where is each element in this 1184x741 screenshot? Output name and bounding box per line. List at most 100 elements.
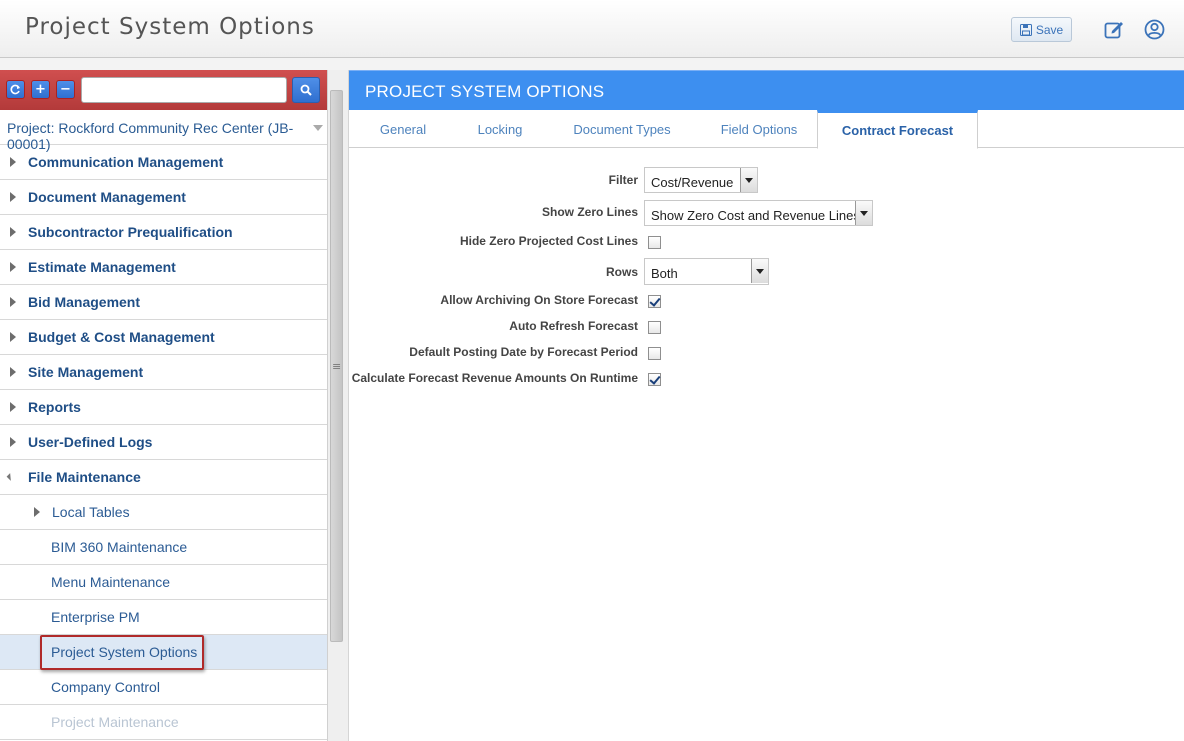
caret-right-icon[interactable] [34, 507, 40, 517]
tree-item-label: Project System Options [51, 644, 198, 660]
header-spacer [0, 58, 1184, 70]
default-posting-row: Default Posting Date by Forecast Period [349, 340, 1184, 366]
caret-right-icon[interactable] [10, 157, 16, 167]
tree-item-document-management[interactable]: Document Management [0, 180, 327, 215]
hide-zero-projected-label: Hide Zero Projected Cost Lines [459, 234, 638, 248]
caret-right-icon[interactable] [10, 297, 16, 307]
navigation-toolbar: + − [0, 70, 327, 110]
tree-search-input[interactable] [81, 77, 287, 103]
rows-label: Rows [605, 265, 638, 279]
tab-contract-forecast[interactable]: Contract Forecast [817, 110, 978, 149]
tree-item-communication-management[interactable]: Communication Management [0, 145, 327, 180]
tree-item-label: User-Defined Logs [28, 434, 153, 450]
filter-select[interactable]: Cost/Revenue [644, 167, 758, 193]
panel-header: PROJECT SYSTEM OPTIONS [349, 70, 1184, 110]
tab-field-options[interactable]: Field Options [701, 110, 817, 148]
tree-item-label: Company Control [51, 679, 160, 695]
minus-icon: − [60, 82, 71, 97]
floppy-disk-icon [1019, 23, 1032, 36]
tree-item-project-maintenance[interactable]: Project Maintenance [0, 705, 327, 740]
rows-row: Rows Both [349, 258, 1184, 285]
caret-down-icon[interactable] [6, 473, 15, 481]
calculate-revenue-label: Calculate Forecast Revenue Amounts On Ru… [351, 371, 638, 385]
save-button-label: Save [1035, 22, 1064, 37]
tab-document-types[interactable]: Document Types [543, 110, 701, 148]
edit-icon[interactable] [1104, 19, 1125, 40]
tree-item-budget-and-cost-management[interactable]: Budget & Cost Management [0, 320, 327, 355]
tree-item-company-control[interactable]: Company Control [0, 670, 327, 705]
allow-archiving-row: Allow Archiving On Store Forecast [349, 288, 1184, 314]
caret-right-icon[interactable] [10, 262, 16, 272]
tree-item-local-tables[interactable]: Local Tables [0, 495, 327, 530]
refresh-button[interactable] [6, 80, 25, 99]
tree-item-label: Communication Management [28, 154, 224, 170]
tree-item-enterprise-pm[interactable]: Enterprise PM [0, 600, 327, 635]
page-title: Project System Options [25, 14, 315, 40]
allow-archiving-checkbox[interactable] [648, 295, 661, 308]
tree-item-subcontractor-prequalification[interactable]: Subcontractor Prequalification [0, 215, 327, 250]
user-profile-icon[interactable] [1144, 19, 1165, 40]
tab-locking[interactable]: Locking [457, 110, 543, 148]
caret-right-icon[interactable] [10, 227, 16, 237]
caret-right-icon[interactable] [10, 332, 16, 342]
title-bar: Project System Options Save [0, 0, 1184, 58]
tree-item-reports[interactable]: Reports [0, 390, 327, 425]
tree-item-label: Local Tables [52, 504, 130, 520]
hide-zero-projected-checkbox[interactable] [648, 236, 661, 249]
tree-item-label: Menu Maintenance [51, 574, 171, 590]
show-zero-lines-value: Show Zero Cost and Revenue Lines [651, 208, 860, 223]
caret-right-icon[interactable] [10, 402, 16, 412]
tree-item-label: Enterprise PM [51, 609, 140, 625]
tab-general[interactable]: General [349, 110, 457, 148]
tree-item-bim-360-maintenance[interactable]: BIM 360 Maintenance [0, 530, 327, 565]
content-panel: PROJECT SYSTEM OPTIONS General Locking D… [349, 70, 1184, 741]
tree-item-label: Estimate Management [28, 259, 176, 275]
tree-item-label: Project Maintenance [51, 714, 179, 730]
auto-refresh-label: Auto Refresh Forecast [509, 319, 638, 333]
show-zero-lines-label: Show Zero Lines [541, 205, 638, 219]
plus-icon: + [35, 82, 46, 97]
search-icon [300, 84, 312, 96]
navigation-tree: Communication Management Document Managem… [0, 145, 327, 740]
tree-item-label: Subcontractor Prequalification [28, 224, 233, 240]
tree-search-button[interactable] [292, 77, 320, 103]
filter-row: Filter Cost/Revenue [349, 167, 1184, 193]
refresh-icon [10, 84, 20, 95]
rows-select-value: Both [651, 266, 678, 281]
tree-item-menu-maintenance[interactable]: Menu Maintenance [0, 565, 327, 600]
panel-splitter[interactable]: ≡ [328, 70, 349, 741]
splitter-grip-icon[interactable]: ≡ [332, 360, 341, 373]
calculate-revenue-row: Calculate Forecast Revenue Amounts On Ru… [349, 366, 1184, 392]
tab-bar: General Locking Document Types Field Opt… [349, 110, 1184, 149]
chevron-down-icon [740, 168, 757, 192]
tree-item-bid-management[interactable]: Bid Management [0, 285, 327, 320]
auto-refresh-checkbox[interactable] [648, 321, 661, 334]
tree-item-label: File Maintenance [28, 469, 141, 485]
tree-item-label: Budget & Cost Management [28, 329, 215, 345]
collapse-all-button[interactable]: − [56, 80, 75, 99]
tree-item-file-maintenance[interactable]: File Maintenance [0, 460, 327, 495]
tree-item-estimate-management[interactable]: Estimate Management [0, 250, 327, 285]
caret-right-icon[interactable] [10, 437, 16, 447]
filter-label: Filter [608, 173, 638, 187]
expand-all-button[interactable]: + [31, 80, 50, 99]
chevron-down-icon [855, 201, 872, 225]
show-zero-lines-row: Show Zero Lines Show Zero Cost and Reven… [349, 200, 1184, 226]
caret-right-icon[interactable] [10, 367, 16, 377]
allow-archiving-label: Allow Archiving On Store Forecast [440, 293, 638, 307]
tree-item-user-defined-logs[interactable]: User-Defined Logs [0, 425, 327, 460]
tree-item-site-management[interactable]: Site Management [0, 355, 327, 390]
caret-right-icon[interactable] [10, 192, 16, 202]
default-posting-label: Default Posting Date by Forecast Period [409, 345, 638, 359]
default-posting-checkbox[interactable] [648, 347, 661, 360]
project-selector[interactable]: Project: Rockford Community Rec Center (… [0, 110, 327, 152]
tree-item-project-system-options[interactable]: Project System Options [0, 635, 327, 670]
rows-select[interactable]: Both [644, 258, 769, 285]
tree-item-label: Reports [28, 399, 81, 415]
show-zero-lines-select[interactable]: Show Zero Cost and Revenue Lines [644, 200, 873, 226]
tree-item-label: Document Management [28, 189, 186, 205]
calculate-revenue-checkbox[interactable] [648, 373, 661, 386]
save-button[interactable]: Save [1011, 17, 1072, 42]
tree-item-label: Bid Management [28, 294, 141, 310]
tree-item-label: Site Management [28, 364, 144, 380]
